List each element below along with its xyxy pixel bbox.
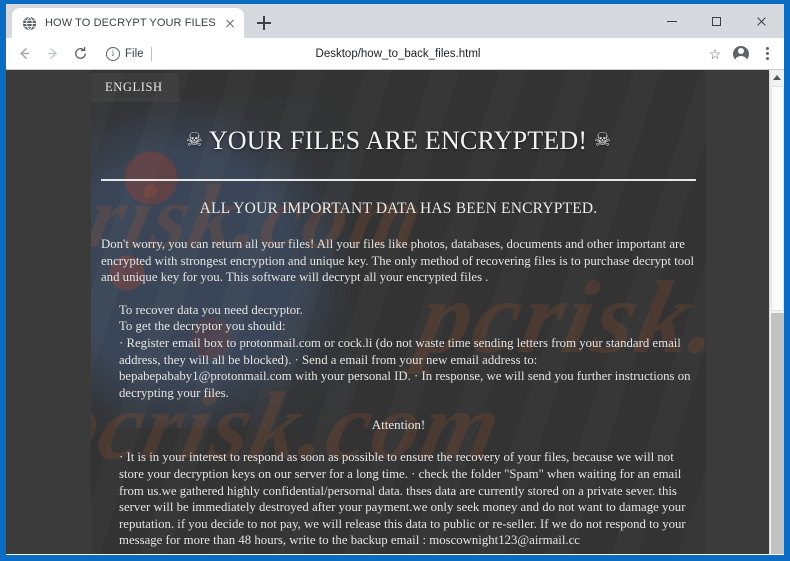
browser-window: HOW TO DECRYPT YOUR FILES i File Desktop… [6,4,784,555]
page-title-text: YOUR FILES ARE ENCRYPTED! [208,126,588,155]
intro-paragraph: Don't worry, you can return all your fil… [101,237,695,285]
maximize-icon [712,16,721,26]
tab-close-icon[interactable] [222,15,238,31]
reload-icon [74,46,86,59]
language-bar: ENGLISH [91,70,706,104]
page-title: ☠ YOUR FILES ARE ENCRYPTED! ☠ [101,126,696,156]
vertical-scrollbar[interactable] [769,70,784,554]
back-button[interactable] [10,40,38,68]
address-bar[interactable]: File Desktop/how_to_back_files.html [100,41,696,66]
ransom-notice: ☠ YOUR FILES ARE ENCRYPTED! ☠ ALL YOUR I… [91,126,706,554]
note-content: ENGLISH ☠ YOUR FILES ARE ENCRYPTED! ☠ AL… [91,70,706,554]
window-close-button[interactable] [739,6,784,36]
page-info-icon[interactable] [106,46,120,61]
profile-button[interactable] [728,41,754,67]
page-subtitle: ALL YOUR IMPORTANT DATA HAS BEEN ENCRYPT… [199,200,598,217]
warning-paragraph: · It is in your interest to respond as s… [119,450,686,548]
recover-line-2: To get the decryptor you should: [119,319,286,334]
skull-icon-left: ☠ [185,130,204,151]
browser-toolbar: File Desktop/how_to_back_files.html ☆ [6,38,784,70]
title-divider [101,179,696,181]
maximize-button[interactable] [694,6,739,36]
new-tab-button[interactable] [250,9,278,37]
tab-title: HOW TO DECRYPT YOUR FILES [45,17,216,29]
omnibox-divider [150,46,152,61]
close-icon [756,16,767,27]
recover-line-1: To recover data you need decryptor. [119,302,303,317]
forward-button[interactable] [38,40,66,68]
url-text: Desktop/how_to_back_files.html [315,47,481,60]
tab-strip: HOW TO DECRYPT YOUR FILES [6,4,784,38]
bookmark-button[interactable]: ☆ [702,41,728,67]
scroll-up-button[interactable] [770,70,784,85]
recovery-steps: · Register email box to protonmail.com o… [119,335,691,400]
forward-arrow-icon [47,48,57,59]
profile-avatar-icon [733,45,749,62]
url-scheme-label: File [125,47,144,60]
scrollbar-thumb[interactable] [771,86,784,311]
minimize-icon [666,20,677,22]
browser-tab[interactable]: HOW TO DECRYPT YOUR FILES [12,8,244,38]
three-dot-menu-icon [765,47,769,60]
back-arrow-icon [19,48,29,59]
globe-icon [22,16,37,30]
browser-window-frame: HOW TO DECRYPT YOUR FILES i File Desktop… [0,0,790,561]
scrollbar-track[interactable] [771,313,784,554]
skull-icon-right: ☠ [593,130,612,151]
language-tab-english[interactable]: ENGLISH [91,72,179,102]
attention-heading: Attention! [371,417,426,433]
star-icon: ☆ [708,45,722,62]
minimize-button[interactable] [649,6,694,36]
chevron-up-icon [773,75,781,80]
browser-menu-button[interactable] [754,41,780,67]
page-viewport: pcrisk.com pcrisk.com pcrisk.com ENGLISH… [6,70,784,554]
window-controls [649,4,784,38]
reload-button[interactable] [66,40,94,68]
ransom-note-page: pcrisk.com pcrisk.com pcrisk.com ENGLISH… [6,70,769,554]
